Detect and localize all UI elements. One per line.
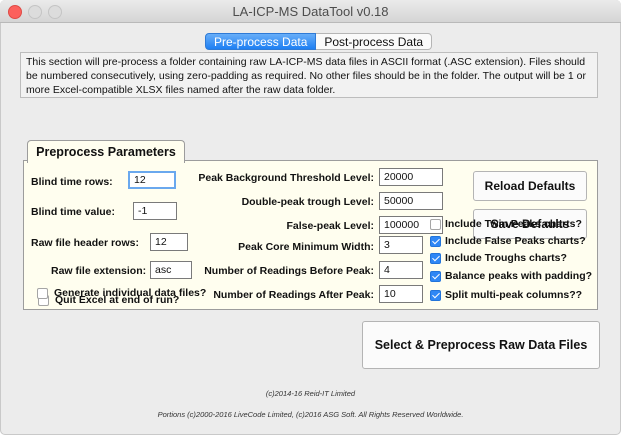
peak-core-minimum-width-field[interactable] (379, 236, 423, 254)
app-window: LA-ICP-MS DataTool v0.18 Pre-process Dat… (0, 0, 621, 435)
section-description: This section will pre-process a folder c… (20, 52, 598, 98)
split-multi-peak-checkbox[interactable] (430, 290, 441, 301)
include-false-peaks-label: Include False Peaks charts? (445, 235, 586, 247)
raw-file-header-rows-label: Raw file header rows: (31, 237, 139, 249)
title-bar: LA-ICP-MS DataTool v0.18 (0, 0, 621, 23)
blind-time-value-label: Blind time value: (31, 206, 116, 218)
copyright-text: (c)2014-16 Reid-IT Limited (265, 389, 356, 398)
split-multi-peak-label: Split multi-peak columns?? (445, 289, 583, 301)
tab-post-process[interactable]: Post-process Data (316, 33, 433, 50)
peak-core-minimum-width-label: Peak Core Minimum Width: (238, 241, 374, 253)
readings-before-peak-field[interactable] (379, 261, 423, 279)
include-twin-peaks-checkbox[interactable] (430, 219, 441, 230)
peak-background-threshold-label: Peak Background Threshold Level: (198, 172, 374, 184)
window-title: LA-ICP-MS DataTool v0.18 (232, 4, 389, 19)
include-troughs-checkbox[interactable] (430, 253, 441, 264)
false-peak-level-label: False-peak Level: (286, 220, 374, 232)
tab-pre-process[interactable]: Pre-process Data (205, 33, 317, 50)
include-troughs-label: Include Troughs charts? (445, 252, 567, 264)
readings-after-peak-field[interactable] (379, 285, 423, 303)
raw-file-extension-label: Raw file extension: (51, 265, 147, 277)
include-false-peaks-checkbox[interactable] (430, 236, 441, 247)
select-preprocess-button[interactable]: Select & Preprocess Raw Data Files (362, 321, 600, 369)
double-peak-trough-field[interactable] (379, 192, 443, 210)
include-twin-peaks-label: Include Twin Peaks charts? (445, 218, 582, 230)
blind-time-rows-field[interactable] (128, 171, 176, 189)
preprocess-parameters-tab[interactable]: Preprocess Parameters (27, 140, 185, 163)
blind-time-value-field[interactable] (133, 202, 177, 220)
reload-defaults-button[interactable]: Reload Defaults (473, 171, 587, 201)
balance-peaks-label: Balance peaks with padding? (445, 270, 593, 282)
raw-file-header-rows-field[interactable] (150, 233, 188, 251)
readings-before-peak-label: Number of Readings Before Peak: (204, 265, 374, 277)
balance-peaks-checkbox[interactable] (430, 271, 441, 282)
tab-bar: Pre-process Data Post-process Data (205, 33, 433, 50)
generate-individual-files-checkbox[interactable] (37, 288, 48, 299)
readings-after-peak-label: Number of Readings After Peak: (213, 289, 374, 301)
portions-text: Portions (c)2000-2016 LiveCode Limited, … (157, 410, 464, 419)
double-peak-trough-label: Double-peak trough Level: (241, 196, 374, 208)
generate-individual-files-label: Generate individual data files? (54, 287, 207, 299)
blind-time-rows-label: Blind time rows: (31, 176, 113, 188)
peak-background-threshold-field[interactable] (379, 168, 443, 186)
raw-file-extension-field[interactable] (150, 261, 192, 279)
